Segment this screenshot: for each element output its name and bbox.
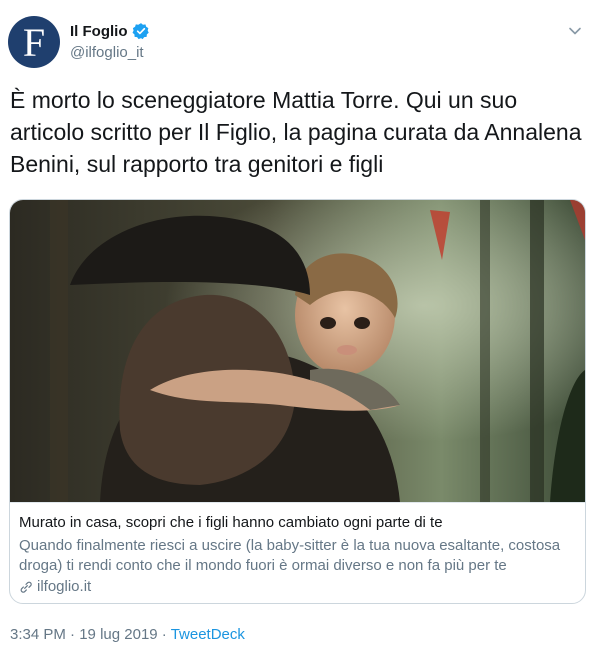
verified-badge-icon xyxy=(132,23,149,40)
card-description: Quando finalmente riesci a uscire (la ba… xyxy=(19,537,561,574)
tweet-meta: 3:34 PM · 19 lug 2019 · TweetDeck xyxy=(10,626,245,643)
tweet-date[interactable]: 19 lug 2019 xyxy=(79,626,157,643)
tweet-source-link[interactable]: TweetDeck xyxy=(171,626,245,643)
card-domain-text: ilfoglio.it xyxy=(37,578,92,595)
chevron-down-icon[interactable] xyxy=(568,24,582,38)
tweet-text: È morto lo sceneggiatore Mattia Torre. Q… xyxy=(10,87,582,177)
name-row: Il Foglio xyxy=(70,22,150,40)
meta-separator: · xyxy=(65,626,80,643)
card-domain[interactable]: ilfoglio.it xyxy=(19,578,91,595)
handle[interactable]: @ilfoglio_it xyxy=(70,44,150,61)
tweet-time[interactable]: 3:34 PM xyxy=(10,626,66,643)
link-card[interactable]: Murato in casa, scopri che i figli hanno… xyxy=(9,199,586,604)
author-block: Il Foglio @ilfoglio_it xyxy=(70,22,150,61)
tweet: F Il Foglio @ilfoglio_it È morto lo scen… xyxy=(0,0,595,652)
avatar-logo-letter: F xyxy=(22,20,46,65)
card-title[interactable]: Murato in casa, scopri che i figli hanno… xyxy=(19,514,443,531)
card-image[interactable] xyxy=(10,200,585,502)
display-name[interactable]: Il Foglio xyxy=(70,23,128,40)
link-icon xyxy=(20,581,32,593)
card-body[interactable]: Murato in casa, scopri che i figli hanno… xyxy=(10,502,585,603)
avatar[interactable]: F xyxy=(8,16,60,68)
meta-separator-2: · xyxy=(157,626,171,643)
